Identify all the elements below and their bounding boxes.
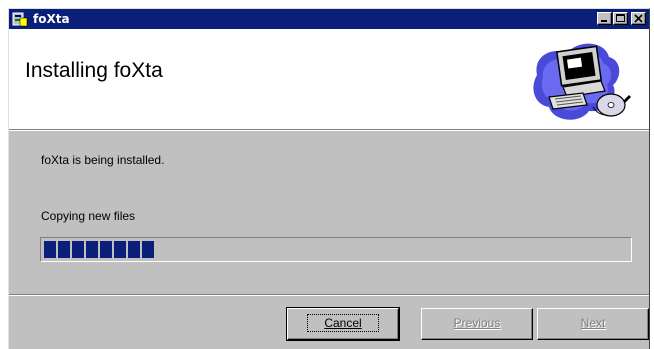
progress-bar-fill [44,241,156,258]
cancel-button[interactable]: Cancel [286,307,400,341]
installer-window: foXta Installing foXta foXta is being in… [8,8,650,349]
progress-block [142,241,154,258]
close-button[interactable] [631,12,646,25]
previous-button-label: Previous [453,316,501,330]
next-button-label: Next [580,316,606,330]
maximize-button[interactable] [613,12,628,25]
previous-button[interactable]: Previous [421,308,533,340]
install-status-text: Copying new files [41,209,136,223]
next-button[interactable]: Next [537,308,649,340]
computer-setup-illustration-icon [523,35,635,127]
title-bar[interactable]: foXta [9,9,649,29]
progress-block [58,241,70,258]
footer-divider [9,294,649,296]
installer-app-icon [11,10,29,28]
page-title: Installing foXta [25,59,163,82]
minimize-button[interactable] [597,12,612,25]
progress-block [128,241,140,258]
minimize-icon [601,20,607,22]
install-message: foXta is being installed. [41,153,165,167]
close-icon [634,14,643,23]
progress-block [44,241,56,258]
progress-block [72,241,84,258]
wizard-header: Installing foXta [9,29,649,129]
progress-block [86,241,98,258]
maximize-icon [616,14,625,22]
progress-block [100,241,112,258]
window-title: foXta [33,12,70,26]
header-divider [9,129,649,131]
install-progress-bar [40,237,632,262]
progress-block [114,241,126,258]
cancel-button-label: Cancel [307,314,379,332]
